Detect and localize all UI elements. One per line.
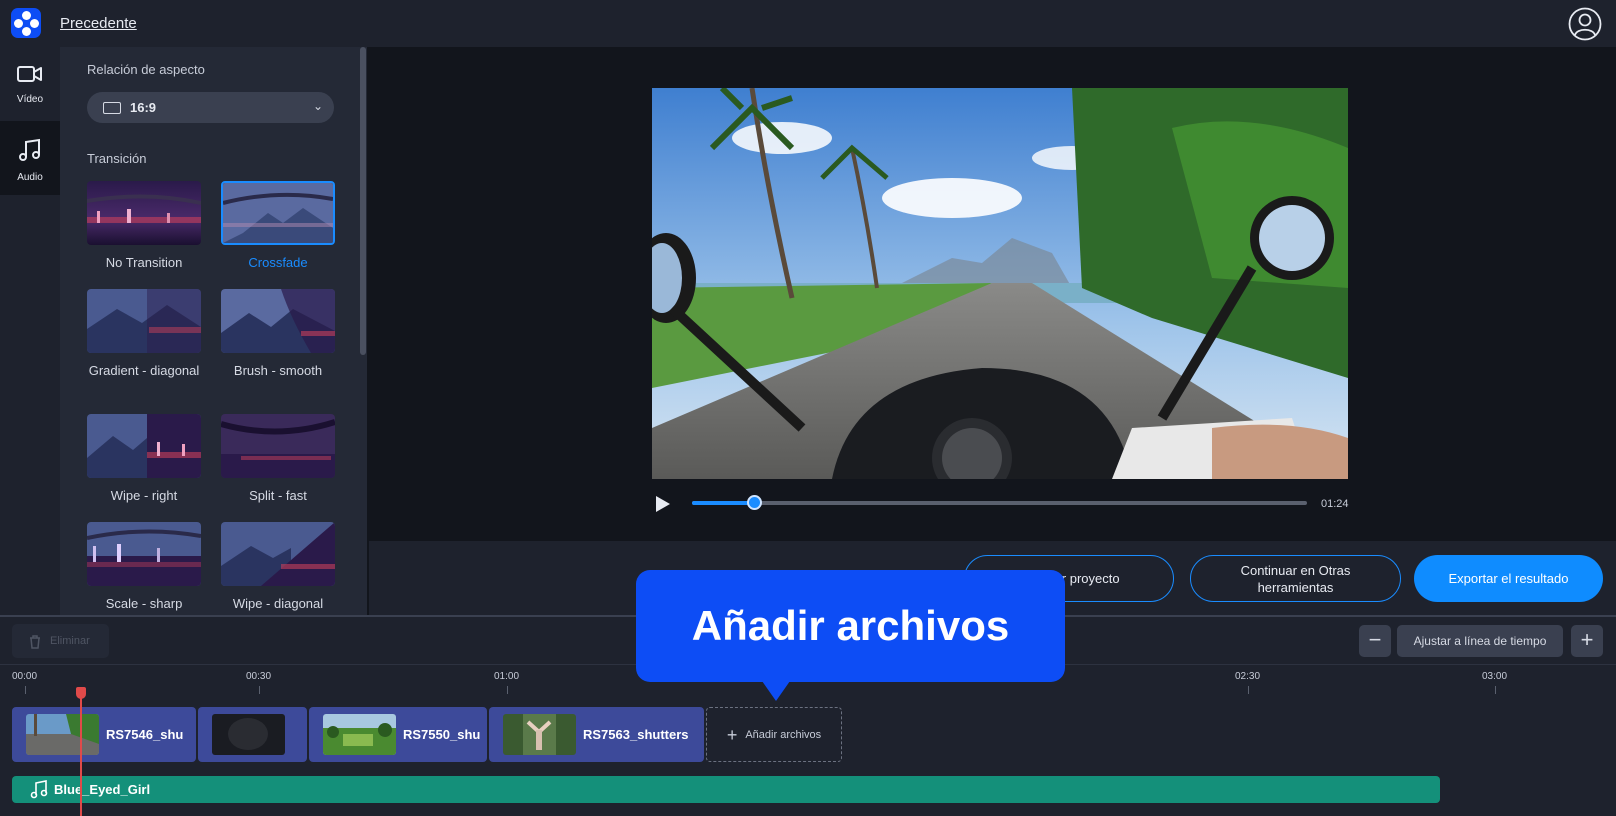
audio-track[interactable]: Blue_Eyed_Girl [12, 776, 1440, 803]
panel-scrollbar[interactable] [360, 47, 366, 355]
transition-scale-sharp[interactable]: Scale - sharp [87, 522, 201, 612]
screen-ratio-icon [103, 102, 121, 114]
clip-name: RS7563_shutters [583, 727, 689, 742]
transition-label: Scale - sharp [105, 596, 183, 611]
plus-icon: + [726, 724, 738, 745]
aspect-ratio-value: 16:9 [130, 100, 157, 115]
ruler-tick-label: 02:30 [1235, 671, 1261, 682]
video-camera-icon [17, 66, 42, 82]
seek-progress [692, 501, 754, 505]
transition-wipe-right[interactable]: Wipe - right [87, 414, 201, 504]
tutorial-callout: Añadir archivos [636, 570, 1065, 682]
aspect-ratio-select[interactable]: 16:9 ⌄ [87, 92, 334, 123]
transition-split-fast[interactable]: Split - fast [221, 414, 335, 504]
zoom-in-button[interactable]: + [1571, 625, 1603, 657]
transition-label: No Transition [105, 255, 183, 270]
clip-thumbnail [26, 714, 99, 755]
transition-title: Transición [87, 151, 147, 166]
clip-name: RS7550_shu [403, 727, 481, 742]
ruler-tick-label: 00:00 [12, 671, 38, 682]
rail-item-audio[interactable]: Audio [0, 121, 60, 195]
callout-pointer [762, 681, 790, 701]
seek-handle[interactable] [746, 495, 762, 510]
left-rail: Vídeo Audio [0, 47, 60, 615]
transition-thumbnail [221, 522, 335, 586]
chevron-down-icon: ⌄ [313, 99, 324, 113]
aspect-ratio-title: Relación de aspecto [87, 62, 205, 77]
rail-audio-label: Audio [17, 172, 43, 183]
timeline-playhead[interactable] [80, 687, 82, 816]
clip-thumbnail [323, 714, 396, 755]
transition-thumbnail [221, 289, 335, 353]
playhead-handle[interactable] [76, 687, 86, 699]
rail-video-label: Vídeo [16, 94, 44, 105]
transition-crossfade[interactable]: Crossfade [221, 181, 335, 271]
video-frame-image [652, 88, 1348, 479]
video-preview[interactable] [652, 88, 1348, 479]
add-files-label: Añadir archivos [745, 728, 822, 741]
transition-gradient-diagonal[interactable]: Gradient - diagonal [87, 289, 201, 379]
transition-label: Split - fast [249, 488, 307, 503]
clip-thumbnail [503, 714, 576, 755]
music-note-icon [30, 780, 48, 799]
transition-brush-smooth[interactable]: Brush - smooth [221, 289, 335, 379]
transition-no-transition[interactable]: No Transition [87, 181, 201, 271]
transition-label: Gradient - diagonal [88, 363, 200, 378]
music-note-icon [19, 138, 40, 161]
transition-thumbnail [87, 522, 201, 586]
clip-name: RS7546_shu [106, 727, 184, 742]
export-button[interactable]: Exportar el resultado [1414, 555, 1603, 602]
transition-wipe-diagonal[interactable]: Wipe - diagonal [221, 522, 335, 612]
ruler-tick [259, 686, 260, 694]
audio-track-name: Blue_Eyed_Girl [54, 782, 151, 797]
transition-thumbnail [221, 414, 335, 478]
top-header: Precedente [0, 0, 1616, 47]
delete-button[interactable]: Eliminar [12, 624, 109, 658]
video-clip[interactable]: RS7546_shu [12, 707, 196, 762]
video-clip[interactable]: RS7563_shutters [489, 707, 704, 762]
transition-label: Wipe - diagonal [232, 596, 324, 611]
user-account-icon[interactable] [1568, 7, 1602, 41]
ruler-tick-label: 03:00 [1482, 671, 1508, 682]
duration-label: 01:24 [1321, 498, 1349, 510]
transition-label: Crossfade [248, 255, 308, 270]
app-logo[interactable] [11, 8, 41, 38]
transition-thumbnail [87, 414, 201, 478]
add-files-button[interactable]: + Añadir archivos [706, 707, 842, 762]
ruler-tick [1495, 686, 1496, 694]
fit-to-timeline-button[interactable]: Ajustar a línea de tiempo [1397, 625, 1563, 657]
transition-thumbnail [87, 181, 201, 245]
ruler-tick-label: 00:30 [246, 671, 272, 682]
ruler-tick [507, 686, 508, 694]
video-editor-app: Precedente Vídeo Audio Relación de aspec… [0, 0, 1616, 816]
play-icon[interactable] [654, 494, 672, 514]
transition-thumbnail [87, 289, 201, 353]
ruler-tick-label: 01:00 [494, 671, 520, 682]
clip-thumbnail [212, 714, 285, 755]
transition-label: Brush - smooth [233, 363, 323, 378]
continue-other-tools-button[interactable]: Continuar en Otras herramientas [1190, 555, 1401, 602]
rail-item-video[interactable]: Vídeo [0, 47, 60, 121]
video-clip[interactable] [198, 707, 307, 762]
delete-label: Eliminar [50, 635, 90, 647]
transition-label: Wipe - right [110, 488, 178, 503]
seek-bar[interactable] [692, 495, 1307, 510]
video-clip[interactable]: RS7550_shu [309, 707, 487, 762]
back-link[interactable]: Precedente [60, 15, 137, 32]
transition-thumbnail [221, 181, 335, 245]
zoom-out-button[interactable]: − [1359, 625, 1391, 657]
ruler-tick [1248, 686, 1249, 694]
trash-icon [30, 634, 40, 649]
ruler-tick [25, 686, 26, 694]
callout-text: Añadir archivos [691, 602, 1010, 649]
